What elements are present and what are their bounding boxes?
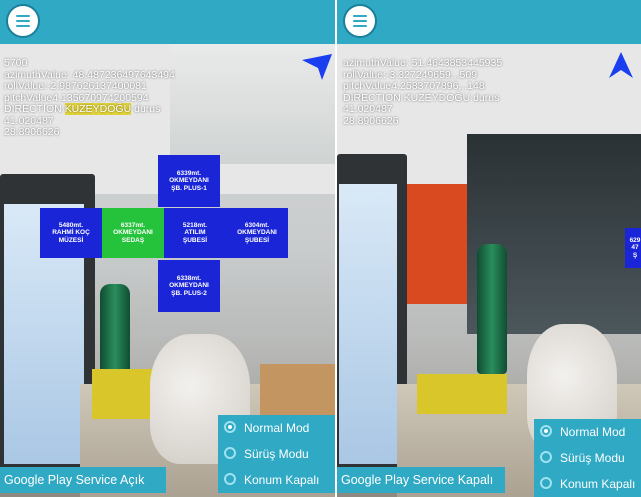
ar-view-left: 5700 azimuthValue: 48.487236497643494 ro… (0, 0, 335, 497)
mode-driving[interactable]: Sürüş Modu (218, 441, 335, 467)
bottle (477, 244, 507, 374)
mode-label: Konum Kapalı (244, 473, 320, 487)
radio-icon[interactable] (224, 447, 236, 459)
poi-name: ŞUBESİ (244, 236, 270, 244)
top-bar (0, 0, 335, 44)
poi-marker[interactable]: 6338mt. OKMEYDANI ŞB. PLUS-2 (158, 260, 220, 312)
debug-longitude: 28.8906626 (4, 126, 60, 138)
poi-name: RAHMİ KOÇ (52, 229, 90, 237)
poi-marker[interactable]: 6339mt. OKMEYDANI ŞB. PLUS-1 (158, 155, 220, 207)
radio-selected-icon[interactable] (224, 421, 236, 433)
menu-icon[interactable] (6, 4, 40, 38)
orange-panel (407, 184, 467, 304)
poi-name: ŞUBESİ (182, 236, 208, 244)
poi-distance: 6337mt. (120, 221, 146, 229)
debug-direction: DIRECTION KUZEYDOĞU durus (4, 103, 175, 116)
sensor-debug-text: azimuthValue: 51.4643853445935 rollValue… (343, 57, 503, 127)
poi-name: OKMEYDANI (169, 177, 209, 185)
poi-marker-selected[interactable]: 6337mt. OKMEYDANI SEDAŞ (102, 208, 164, 258)
poi-marker[interactable]: 5480mt. RAHMİ KOÇ MÜZESİ (40, 208, 102, 258)
poi-distance: 629 (629, 236, 641, 244)
radio-icon[interactable] (224, 473, 236, 485)
direction-highlight: KUZEYDOĞU (64, 103, 132, 115)
debug-azimuth: azimuthValue: 51.4643853445935 (343, 57, 503, 69)
mode-normal[interactable]: Normal Mod (218, 415, 335, 441)
poi-name: ŞB. PLUS-1 (171, 184, 207, 192)
direction-label: DIRECTION (4, 103, 65, 115)
debug-longitude: 28.8906626 (343, 114, 399, 127)
poi-name: Ş (632, 251, 638, 259)
radio-icon[interactable] (540, 451, 552, 463)
menu-icon[interactable] (343, 4, 377, 38)
sensor-debug-text: 5700 azimuthValue: 48.487236497643494 ro… (4, 57, 175, 139)
navigation-arrow-icon (302, 54, 332, 80)
mode-location-off[interactable]: Konum Kapalı (218, 467, 335, 493)
mode-label: Konum Kapalı (560, 477, 636, 491)
navigation-arrow-icon (609, 52, 633, 78)
debug-latitude: 41.020487 (343, 103, 393, 115)
debug-pitch: pitchValue4.2583707896...148 (343, 80, 485, 92)
mode-selector: Normal Mod Sürüş Modu Konum Kapalı (218, 415, 335, 493)
poi-distance: 6304mt. (244, 221, 270, 229)
mode-label: Normal Mod (244, 421, 310, 435)
mode-normal[interactable]: Normal Mod (534, 419, 641, 445)
poi-distance: 5218mt. (182, 221, 208, 229)
poi-name: OKMEYDANI (169, 282, 209, 290)
monitor-screen (339, 184, 397, 464)
google-play-service-status: Google Play Service Kapalı (337, 467, 505, 493)
mode-selector: Normal Mod Sürüş Modu Konum Kapalı (534, 419, 641, 497)
poi-distance: 6338mt. (176, 274, 202, 282)
poi-name: SEDAŞ (121, 236, 145, 244)
poi-marker[interactable]: 5218mt. ATILIM ŞUBESİ (164, 208, 226, 258)
ar-view-right: azimuthValue: 51.4643853445935 rollValue… (337, 0, 641, 497)
yellow-box (417, 374, 507, 414)
poi-name: 47 (631, 244, 639, 252)
mode-label: Sürüş Modu (244, 447, 309, 461)
debug-line: 5700 (4, 57, 28, 69)
radio-selected-icon[interactable] (540, 425, 552, 437)
poi-name: ŞB. PLUS-2 (171, 289, 207, 297)
poi-name: OKMEYDANI (237, 229, 277, 237)
radio-icon[interactable] (540, 477, 552, 489)
poi-name: MÜZESİ (58, 236, 84, 244)
poi-marker[interactable]: 6304mt. OKMEYDANI ŞUBESİ (226, 208, 288, 258)
poi-name: ATILIM (184, 229, 206, 237)
top-bar (337, 0, 641, 44)
mode-label: Sürüş Modu (560, 451, 625, 465)
direction-status: durus (131, 103, 161, 115)
mode-location-off[interactable]: Konum Kapalı (534, 471, 641, 497)
poi-name: OKMEYDANI (113, 229, 153, 237)
poi-marker-partial[interactable]: 629 47 Ş (625, 228, 641, 268)
google-play-service-status: Google Play Service Açık (0, 467, 166, 493)
mode-driving[interactable]: Sürüş Modu (534, 445, 641, 471)
mode-label: Normal Mod (560, 425, 626, 439)
debug-roll: rollValue:-2.987626137400081 (4, 80, 147, 92)
poi-distance: 6339mt. (176, 169, 202, 177)
